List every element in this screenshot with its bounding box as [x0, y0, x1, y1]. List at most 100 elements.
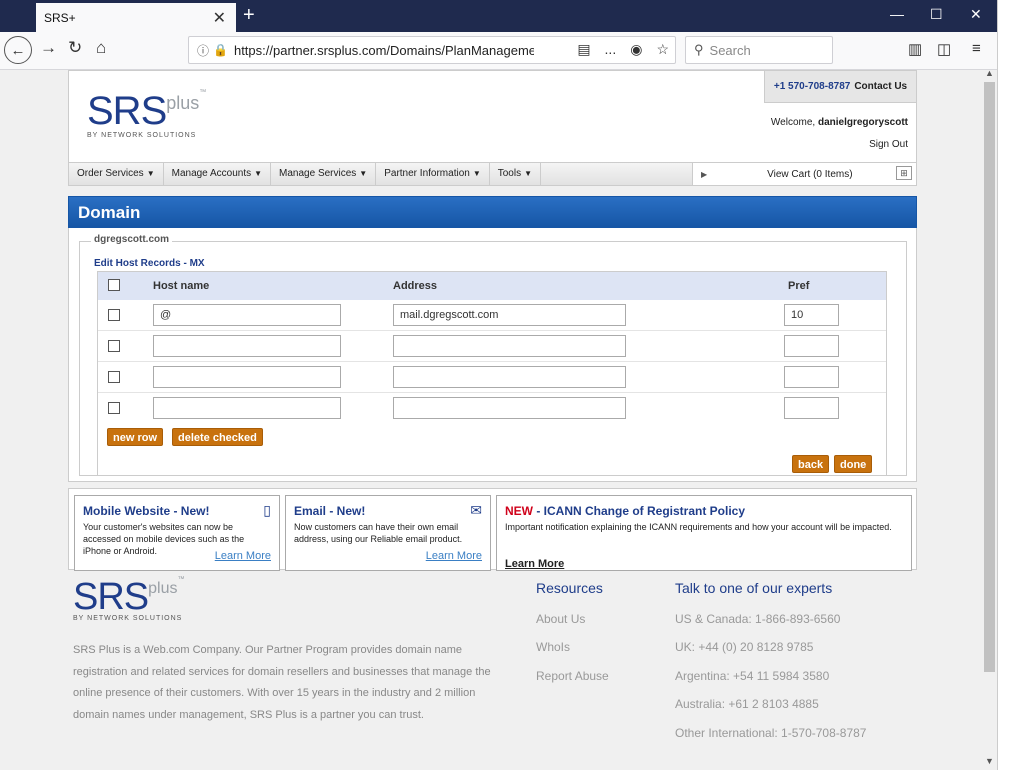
- forward-icon[interactable]: →: [40, 38, 57, 58]
- menu-partner-information[interactable]: Partner Information ▼: [376, 163, 490, 185]
- new-row-button[interactable]: new row: [107, 428, 164, 446]
- table-header: Host name Address Pref: [98, 272, 886, 300]
- row-checkbox[interactable]: [108, 309, 120, 321]
- promo-title-text: - ICANN Change of Registrant Policy: [533, 504, 746, 518]
- phone-us-canada: US & Canada: 1-866-893-6560: [675, 612, 841, 626]
- row-checkbox[interactable]: [108, 340, 120, 352]
- table-row: @ mail.dgregscott.com 10: [98, 300, 886, 331]
- learn-more-link[interactable]: Learn More: [215, 550, 271, 562]
- pref-input[interactable]: 10: [784, 304, 839, 326]
- info-icon[interactable]: ⓘ: [197, 42, 209, 59]
- new-tab-icon[interactable]: +: [243, 4, 255, 27]
- page-container: SRSplus™ BY NETWORK SOLUTIONS +1 570-708…: [68, 70, 917, 770]
- pocket-icon[interactable]: ◉: [630, 41, 642, 58]
- scroll-down-icon[interactable]: ▼: [985, 756, 994, 766]
- menu-manage-services[interactable]: Manage Services ▼: [271, 163, 377, 185]
- srsplus-logo[interactable]: SRSplus™ BY NETWORK SOLUTIONS: [87, 89, 206, 139]
- host-name-input[interactable]: [153, 366, 341, 388]
- desktop-background: [997, 0, 1024, 770]
- new-label: NEW: [505, 504, 533, 518]
- scrollbar-thumb[interactable]: [984, 82, 995, 672]
- back-button[interactable]: back: [792, 455, 830, 473]
- learn-more-link[interactable]: Learn More: [505, 558, 564, 570]
- footer-logo-main: SRS: [73, 576, 149, 618]
- phone-international: Other International: 1-570-708-8787: [675, 726, 867, 740]
- row-checkbox[interactable]: [108, 402, 120, 414]
- logo-tm: ™: [199, 89, 207, 96]
- menu-manage-accounts[interactable]: Manage Accounts ▼: [164, 163, 272, 185]
- phone-argentina: Argentina: +54 11 5984 3580: [675, 669, 830, 683]
- domain-panel: dgregscott.com Edit Host Records - MX Ho…: [68, 228, 917, 482]
- promo-icann: NEW - ICANN Change of Registrant Policy …: [496, 495, 912, 571]
- domain-title: Domain: [78, 203, 141, 222]
- delete-checked-button[interactable]: delete checked: [172, 428, 263, 446]
- page-scrollbar[interactable]: ▲ ▼: [982, 68, 997, 770]
- select-all-checkbox[interactable]: [108, 279, 120, 291]
- promo-bar: Mobile Website - New! Your customer's we…: [68, 488, 917, 571]
- report-abuse-link[interactable]: Report Abuse: [536, 669, 609, 683]
- promo-email: Email - New! Now customers can have thei…: [285, 495, 491, 571]
- close-tab-icon[interactable]: ✕: [213, 8, 226, 28]
- sign-out-link[interactable]: Sign Out: [869, 139, 908, 150]
- menu-tools[interactable]: Tools ▼: [490, 163, 542, 185]
- logo-subtitle: BY NETWORK SOLUTIONS: [87, 132, 197, 139]
- site-header: SRSplus™ BY NETWORK SOLUTIONS +1 570-708…: [68, 70, 917, 162]
- footer-logo-plus: plus: [148, 580, 178, 597]
- host-name-input[interactable]: [153, 397, 341, 419]
- address-input[interactable]: mail.dgregscott.com: [393, 304, 626, 326]
- site-footer: SRSplus™ BY NETWORK SOLUTIONS SRS Plus i…: [68, 570, 917, 770]
- pref-input[interactable]: [784, 366, 839, 388]
- bookmark-star-icon[interactable]: ☆: [656, 41, 669, 58]
- minimize-icon[interactable]: —: [890, 6, 904, 22]
- domain-name: dgregscott.com: [91, 234, 173, 245]
- promo-text: Now customers can have their own email a…: [294, 522, 463, 544]
- home-icon[interactable]: ⌂: [96, 38, 106, 58]
- search-icon: ⚲: [694, 42, 704, 57]
- address-input[interactable]: [393, 397, 626, 419]
- search-placeholder: Search: [709, 42, 751, 58]
- page-viewport: SRSplus™ BY NETWORK SOLUTIONS +1 570-708…: [0, 70, 982, 770]
- back-icon[interactable]: ←: [4, 36, 32, 64]
- done-button[interactable]: done: [834, 455, 873, 473]
- browser-tab[interactable]: SRS+ ✕: [36, 3, 236, 32]
- phone-australia: Australia: +61 2 8103 4885: [675, 697, 819, 711]
- whois-link[interactable]: WhoIs: [536, 640, 570, 654]
- cart-icon: ⊞: [896, 166, 912, 180]
- contact-us-link[interactable]: Contact Us: [854, 81, 907, 92]
- reload-icon[interactable]: ↻: [68, 38, 82, 58]
- library-icon[interactable]: ▥: [908, 40, 922, 58]
- promo-title: Email - New!: [294, 504, 366, 518]
- host-name-input[interactable]: @: [153, 304, 341, 326]
- url-text: https://partner.srsplus.com/Domains/Plan…: [233, 42, 534, 58]
- browser-navbar: ← → ↻ ⌂ ⓘ 🔒 https://partner.srsplus.com/…: [0, 32, 1024, 70]
- sidebar-icon[interactable]: ◫: [937, 40, 951, 58]
- search-input[interactable]: ⚲ Search: [685, 36, 833, 64]
- resources-heading: Resources: [536, 580, 603, 596]
- pref-input[interactable]: [784, 397, 839, 419]
- col-address: Address: [393, 280, 438, 292]
- menu-icon[interactable]: ≡: [972, 40, 981, 57]
- promo-text: Important notification explaining the IC…: [505, 522, 892, 532]
- address-input[interactable]: [393, 366, 626, 388]
- col-pref: Pref: [788, 280, 810, 292]
- footer-about: SRS Plus is a Web.com Company. Our Partn…: [73, 644, 491, 721]
- learn-more-link[interactable]: Learn More: [426, 550, 482, 562]
- mx-records-table: Host name Address Pref @ mail.dgregscott…: [97, 271, 887, 476]
- section-title: Edit Host Records - MX: [94, 258, 205, 269]
- table-row: [98, 362, 886, 393]
- page-actions-icon[interactable]: ...: [605, 41, 617, 58]
- maximize-icon[interactable]: ☐: [930, 6, 943, 23]
- address-bar[interactable]: ⓘ 🔒 https://partner.srsplus.com/Domains/…: [188, 36, 676, 64]
- window-close-icon[interactable]: ✕: [970, 6, 982, 23]
- host-name-input[interactable]: [153, 335, 341, 357]
- about-us-link[interactable]: About Us: [536, 612, 585, 626]
- tab-title: SRS+: [44, 10, 76, 25]
- menu-order-services[interactable]: Order Services ▼: [69, 163, 164, 185]
- expand-triangle-icon: ▶: [701, 169, 708, 179]
- scroll-up-icon[interactable]: ▲: [985, 68, 994, 78]
- address-input[interactable]: [393, 335, 626, 357]
- reader-view-icon[interactable]: ▤: [577, 41, 590, 58]
- view-cart[interactable]: ▶ View Cart (0 Items) ⊞: [692, 163, 916, 185]
- row-checkbox[interactable]: [108, 371, 120, 383]
- pref-input[interactable]: [784, 335, 839, 357]
